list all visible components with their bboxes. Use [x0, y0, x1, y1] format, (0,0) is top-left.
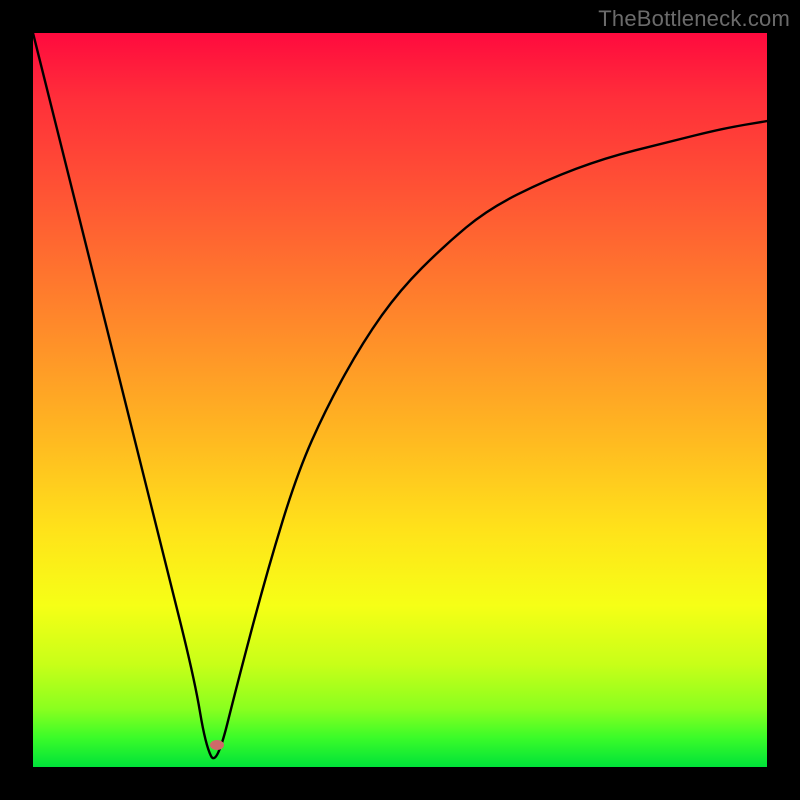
bottleneck-curve — [33, 33, 767, 767]
plot-area — [33, 33, 767, 767]
chart-frame: TheBottleneck.com — [0, 0, 800, 800]
optimum-marker — [210, 740, 224, 750]
attribution-text: TheBottleneck.com — [598, 6, 790, 32]
